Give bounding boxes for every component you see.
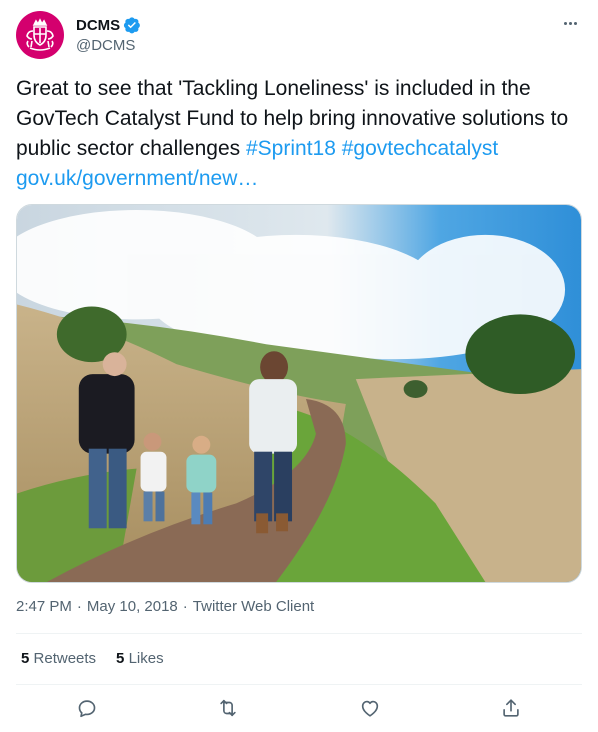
tweet-date[interactable]: May 10, 2018 bbox=[87, 598, 178, 615]
retweets-label: Retweets bbox=[33, 650, 97, 667]
share-button[interactable] bbox=[493, 690, 529, 726]
author-names: DCMS @DCMS bbox=[76, 15, 141, 54]
reply-icon bbox=[78, 700, 96, 718]
avatar[interactable] bbox=[16, 11, 64, 59]
divider bbox=[16, 684, 582, 685]
tweet-text: Great to see that 'Tackling Loneliness' … bbox=[16, 74, 582, 194]
tweet-photo[interactable] bbox=[16, 204, 582, 583]
display-name-row: DCMS bbox=[76, 15, 141, 35]
retweets-count: 5 bbox=[21, 650, 30, 667]
retweets-stat[interactable]: 5 Retweets bbox=[21, 650, 96, 667]
meta-separator: · bbox=[76, 598, 82, 615]
tweet-meta: 2:47 PM · May 10, 2018 · Twitter Web Cli… bbox=[16, 598, 314, 615]
tweet: DCMS @DCMS Great to see that 'Tackling L… bbox=[0, 0, 598, 732]
likes-count: 5 bbox=[116, 650, 125, 667]
verified-badge-icon bbox=[124, 17, 141, 34]
likes-label: Likes bbox=[128, 650, 164, 667]
retweet-icon bbox=[220, 699, 236, 717]
tweet-stats: 5 Retweets 5 Likes bbox=[21, 650, 164, 667]
reply-button[interactable] bbox=[69, 690, 105, 726]
url-link[interactable]: gov.uk/government/new… bbox=[16, 167, 258, 190]
tweet-time[interactable]: 2:47 PM bbox=[16, 598, 72, 615]
display-name[interactable]: DCMS bbox=[76, 17, 120, 34]
retweet-button[interactable] bbox=[210, 690, 246, 726]
hashtag-link[interactable]: #Sprint18 bbox=[246, 137, 336, 160]
handle[interactable]: @DCMS bbox=[76, 37, 141, 54]
more-options-icon[interactable] bbox=[558, 14, 582, 32]
tweet-client[interactable]: Twitter Web Client bbox=[193, 598, 314, 615]
like-icon bbox=[361, 700, 378, 717]
hashtag-link[interactable]: #govtechcatalyst bbox=[342, 137, 498, 160]
share-icon bbox=[503, 699, 519, 717]
like-button[interactable] bbox=[352, 690, 388, 726]
tweet-actions bbox=[16, 690, 582, 726]
family-walking-photo bbox=[17, 205, 581, 582]
likes-stat[interactable]: 5 Likes bbox=[116, 650, 164, 667]
royal-crest-icon bbox=[26, 18, 54, 51]
divider bbox=[16, 633, 582, 634]
meta-separator: · bbox=[182, 598, 188, 615]
